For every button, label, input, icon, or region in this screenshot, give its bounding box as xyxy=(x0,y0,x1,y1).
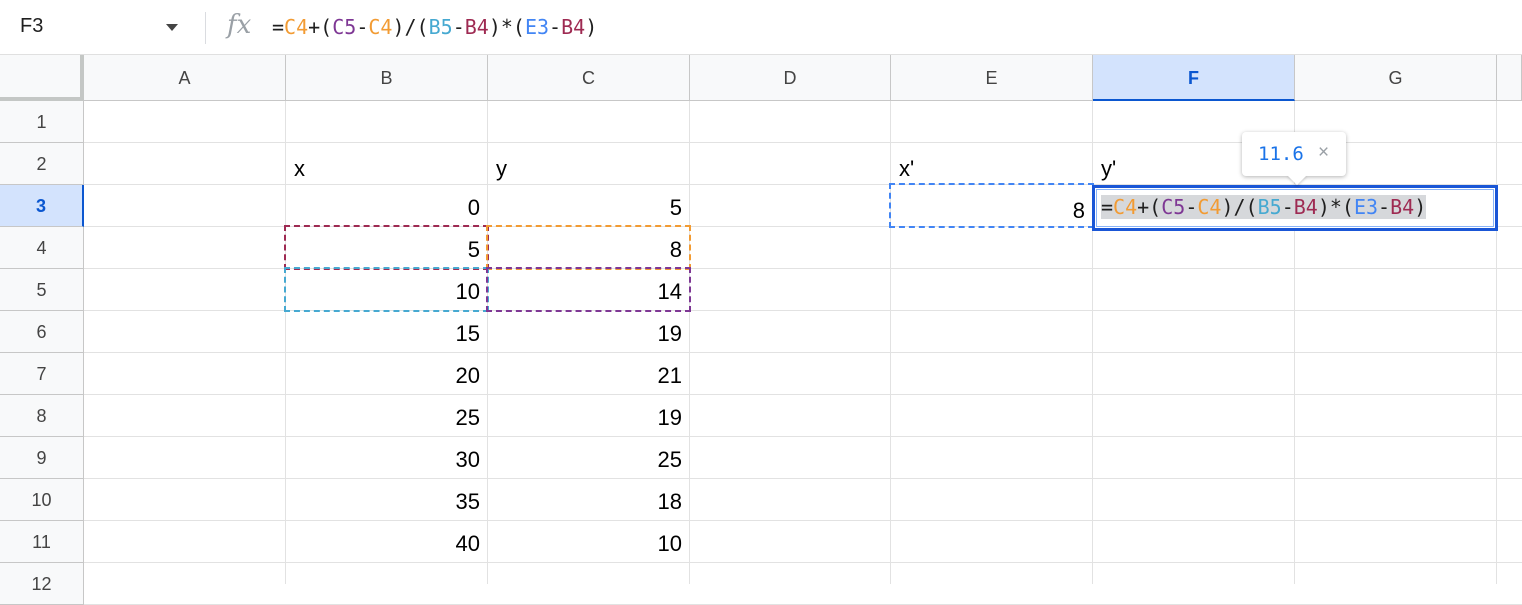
cell-B3[interactable]: 0 xyxy=(286,185,488,227)
formula-token: E3 xyxy=(1353,195,1379,219)
formula-token: E3 xyxy=(524,15,550,39)
cell-C3[interactable]: 5 xyxy=(488,185,690,227)
formula-bar: F3 fx =C4+(C5-C4)/(B5-B4)*(E3-B4) xyxy=(0,0,1522,55)
cell-C8[interactable]: 19 xyxy=(488,395,690,437)
cell-C6[interactable]: 19 xyxy=(488,311,690,353)
formula-token: +( xyxy=(308,15,333,39)
formula-token: B4 xyxy=(1390,195,1415,219)
row-header-2[interactable]: 2 xyxy=(0,143,84,185)
column-header-a[interactable]: A xyxy=(84,55,286,101)
formula-token: = xyxy=(1101,195,1114,219)
formula-token: ) xyxy=(585,15,598,39)
reference-highlight-e3 xyxy=(889,183,1094,228)
row-header-7[interactable]: 7 xyxy=(0,353,84,395)
row-header-1[interactable]: 1 xyxy=(0,101,84,143)
reference-highlight-b5 xyxy=(284,267,489,312)
formula-token: )*( xyxy=(1317,195,1354,219)
column-header-d[interactable]: D xyxy=(690,55,891,101)
reference-highlight-b4 xyxy=(284,225,489,270)
formula-token: = xyxy=(272,15,285,39)
cell-E2-xprime-header[interactable]: x' xyxy=(891,146,1093,188)
formula-token: C4 xyxy=(284,15,309,39)
row-header-11[interactable]: 11 xyxy=(0,521,84,563)
row-header-3[interactable]: 3 xyxy=(0,185,84,227)
formula-token: +( xyxy=(1137,195,1162,219)
formula-input[interactable]: =C4+(C5-C4)/(B5-B4)*(E3-B4) xyxy=(272,15,597,39)
row-header-9[interactable]: 9 xyxy=(0,437,84,479)
fx-icon: fx xyxy=(227,10,252,40)
row-header-4[interactable]: 4 xyxy=(0,227,84,269)
formula-token: B5 xyxy=(428,15,453,39)
formula-bar-divider xyxy=(205,12,206,44)
active-cell-F3-editor[interactable]: =C4+(C5-C4)/(B5-B4)*(E3-B4) xyxy=(1092,185,1498,231)
cell-B7[interactable]: 20 xyxy=(286,353,488,395)
formula-token: )/( xyxy=(392,15,429,39)
cell-B6[interactable]: 15 xyxy=(286,311,488,353)
column-header-partial[interactable] xyxy=(1497,55,1522,101)
cell-C10[interactable]: 18 xyxy=(488,479,690,521)
row-header-8[interactable]: 8 xyxy=(0,395,84,437)
select-all-corner[interactable] xyxy=(0,55,84,101)
cell-B8[interactable]: 25 xyxy=(286,395,488,437)
formula-token: C5 xyxy=(332,15,357,39)
column-header-g[interactable]: G xyxy=(1295,55,1497,101)
formula-token: B4 xyxy=(561,15,586,39)
column-header-c[interactable]: C xyxy=(488,55,690,101)
formula-token: B4 xyxy=(464,15,489,39)
formula-token: B5 xyxy=(1257,195,1282,219)
name-box[interactable]: F3 xyxy=(0,0,190,54)
cell-C11[interactable]: 10 xyxy=(488,521,690,563)
cell-C2-y-header[interactable]: y xyxy=(488,146,690,188)
cell-B10[interactable]: 35 xyxy=(286,479,488,521)
cell-B2-x-header[interactable]: x xyxy=(286,146,488,188)
column-header-e[interactable]: E xyxy=(891,55,1093,101)
formula-token: - xyxy=(452,15,465,39)
cell-B9[interactable]: 30 xyxy=(286,437,488,479)
formula-token: C4 xyxy=(368,15,393,39)
column-header-f[interactable]: F xyxy=(1093,55,1295,101)
formula-token: C4 xyxy=(1113,195,1138,219)
tooltip-arrow xyxy=(1287,175,1307,185)
gridline-vertical xyxy=(1496,101,1497,584)
formula-token: ) xyxy=(1414,195,1427,219)
formula-token: C5 xyxy=(1161,195,1186,219)
formula-result-tooltip: 11.6 × xyxy=(1242,132,1346,176)
row-header-5[interactable]: 5 xyxy=(0,269,84,311)
formula-token: - xyxy=(549,15,562,39)
row-header-12[interactable]: 12 xyxy=(0,563,84,605)
reference-highlight-c5 xyxy=(486,267,691,312)
name-box-value: F3 xyxy=(20,15,44,37)
cell-B11[interactable]: 40 xyxy=(286,521,488,563)
formula-token: - xyxy=(1281,195,1294,219)
column-header-b[interactable]: B xyxy=(286,55,488,101)
row-header-10[interactable]: 10 xyxy=(0,479,84,521)
row-header-6[interactable]: 6 xyxy=(0,311,84,353)
reference-highlight-c4 xyxy=(486,225,691,270)
formula-token: - xyxy=(1185,195,1198,219)
formula-token: B4 xyxy=(1293,195,1318,219)
formula-token: C4 xyxy=(1197,195,1222,219)
formula-token: )/( xyxy=(1221,195,1258,219)
cell-C9[interactable]: 25 xyxy=(488,437,690,479)
formula-token: - xyxy=(356,15,369,39)
close-icon[interactable]: × xyxy=(1318,142,1329,164)
formula-token: )*( xyxy=(488,15,525,39)
chevron-down-icon[interactable] xyxy=(166,24,178,31)
formula-token: - xyxy=(1378,195,1391,219)
tooltip-result-value: 11.6 xyxy=(1258,143,1304,165)
active-cell-formula[interactable]: =C4+(C5-C4)/(B5-B4)*(E3-B4) xyxy=(1101,195,1427,219)
cell-C7[interactable]: 21 xyxy=(488,353,690,395)
